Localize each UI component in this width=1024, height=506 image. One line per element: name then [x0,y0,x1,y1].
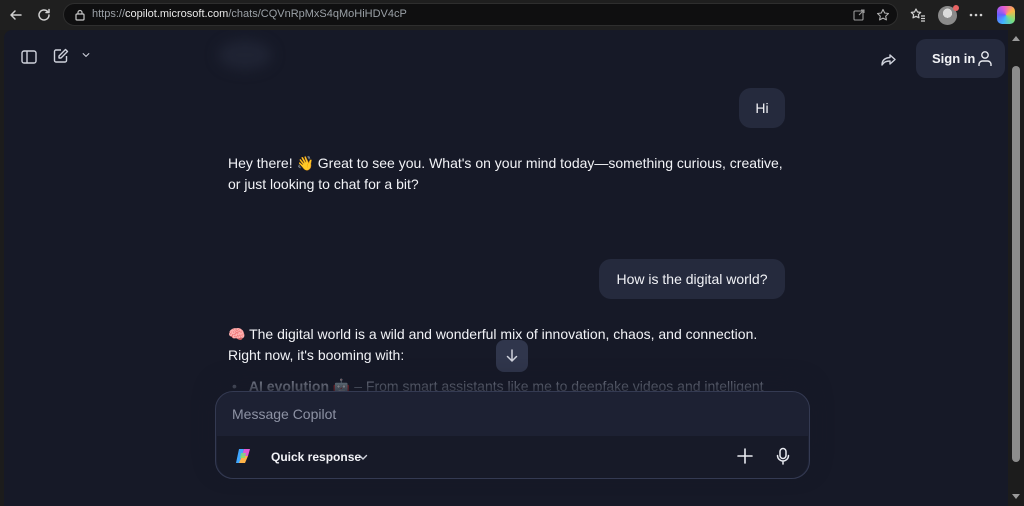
microphone-icon[interactable] [773,446,793,466]
new-chat-button[interactable] [50,45,72,67]
scroll-down-arrow[interactable] [1012,494,1020,499]
sign-in-label: Sign in [932,51,976,66]
plus-icon[interactable] [735,446,755,466]
page-scrollbar[interactable] [1008,30,1024,506]
assistant-message-text: 🧠 The digital world is a wild and wonder… [228,326,758,363]
more-icon [969,13,983,17]
star-icon[interactable] [876,8,890,22]
user-message-text: Hi [755,100,769,116]
open-app-icon[interactable] [852,8,866,22]
favorites-icon [910,8,925,22]
new-chat-icon [53,48,69,63]
chat-menu-dropdown[interactable] [79,48,93,62]
user-message-bubble: Hi [739,88,785,128]
browser-toolbar: https://copilot.microsoft.com/chats/CQVn… [0,0,1024,30]
profile-button[interactable] [936,4,959,26]
user-message-text: How is the digital world? [616,271,768,287]
refresh-button[interactable] [33,4,55,26]
chevron-down-icon[interactable] [357,451,369,463]
scrollbar-thumb[interactable] [1012,66,1020,462]
user-icon [978,51,992,66]
favorites-button[interactable] [907,4,929,26]
url-text[interactable]: https://copilot.microsoft.com/chats/CQVn… [92,8,407,20]
copilot-icon [236,449,250,463]
arrow-down-icon [506,349,518,362]
profile-avatar [937,4,959,25]
message-composer: Message Copilot Quick response [215,391,810,479]
more-button[interactable] [965,4,987,26]
composer-toolbar: Quick response [217,436,808,478]
url-prefix: https:// [92,8,126,20]
sign-in-button[interactable]: Sign in [916,39,1005,78]
address-bar[interactable]: https://copilot.microsoft.com/chats/CQVn… [63,3,898,26]
sidebar-icon [21,50,37,64]
copilot-sidebar-button[interactable] [995,4,1017,26]
message-input[interactable]: Message Copilot [232,406,336,422]
share-button[interactable] [878,49,900,71]
scroll-to-bottom-button[interactable] [496,340,528,372]
share-icon [881,54,896,66]
lock-icon[interactable] [73,8,87,22]
scroll-up-arrow[interactable] [1012,36,1020,41]
assistant-message-text: Hey there! 👋 Great to see you. What's on… [228,155,783,192]
back-icon [10,10,22,20]
back-button[interactable] [5,4,27,26]
refresh-icon [38,8,50,21]
url-host: copilot.microsoft.com [125,8,229,20]
copilot-page: Sign in Hi Hey there! 👋 Great to see you… [4,30,1008,506]
copilot-icon [997,6,1015,24]
response-mode-selector[interactable]: Quick response [271,450,361,464]
url-path: /chats/CQVnRpMxS4qMoHiHDV4cP [228,8,407,20]
blurred-header-element [218,40,272,70]
assistant-message: Hey there! 👋 Great to see you. What's on… [228,153,788,195]
user-message-bubble: How is the digital world? [599,259,785,299]
sidebar-toggle-button[interactable] [18,46,40,68]
chevron-down-icon [82,53,90,58]
